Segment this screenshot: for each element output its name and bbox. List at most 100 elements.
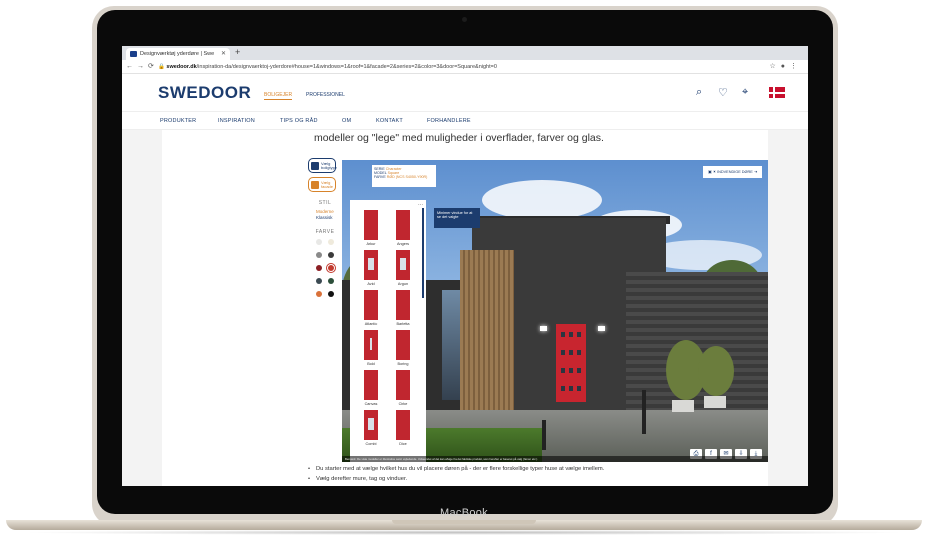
menu-forhandlere[interactable]: FORHANDLERE [427,118,471,124]
menu-produkter[interactable]: PRODUKTER [160,118,196,124]
door-enter-icon[interactable]: ⇥ [754,170,757,174]
page-content: modeller og "lege" med muligheder i over… [122,130,808,486]
swedoor-logo[interactable]: SWEDOOR [158,83,251,103]
door-label: Avid [367,282,375,286]
planter [672,400,694,412]
door-thumb [396,210,410,240]
laptop-shadow [20,530,908,535]
door-label: Boring [397,362,409,366]
door-window [561,350,565,355]
segment-professionel[interactable]: PROFESSIONEL [306,92,345,98]
door-option[interactable]: Cirke [388,370,418,407]
laptop-mockup: Designværktøj yderdøre | Swe ✕ + ←→⟳ 🔒 s… [0,0,928,536]
door-label: Atlantic [364,322,378,326]
laptop-notch [392,520,536,524]
door-window [569,386,573,391]
tab-bar: Designværktøj yderdøre | Swe ✕ + [122,46,808,60]
door-option[interactable]: Arkur [356,210,386,247]
door-thumb [364,250,378,280]
minimize-tooltip: Minimer vindue for at se det valgte [434,208,480,228]
front-door-preview [556,324,586,402]
address-bar[interactable]: 🔒 swedoor.dk/inspiration-da/designvaerkt… [158,62,754,72]
door-thumb [364,370,378,400]
menu-inspiration[interactable]: INSPIRATION [218,118,255,124]
door-option[interactable]: Bold [356,330,386,367]
picker-scrollbar[interactable] [422,208,424,298]
browser-toolbar: ←→⟳ 🔒 swedoor.dk/inspiration-da/designva… [122,60,808,74]
search-icon[interactable]: ⌕ [696,86,702,99]
door-thumb [396,370,410,400]
door-window [569,332,573,337]
door-label: Arkur [366,242,376,246]
choose-house-button[interactable]: Vælg boligtype [308,158,337,173]
image-icon[interactable]: ▣ [708,170,712,174]
door-option[interactable]: Boring [388,330,418,367]
swatch-orange[interactable] [316,291,322,297]
location-pin-icon[interactable]: ⌖ [742,86,748,99]
door-label: Bold [367,362,375,366]
nav-buttons[interactable]: ←→⟳ [126,62,158,70]
browser-tab[interactable]: Designværktøj yderdøre | Swe ✕ [126,48,230,60]
plant [698,346,734,396]
swatch-dark-red[interactable] [316,265,322,271]
swatch-cream[interactable] [328,239,334,245]
door-window [569,368,573,373]
swatch-anthracite[interactable] [316,278,322,284]
swatch-green[interactable] [328,278,334,284]
menu-kontakt[interactable]: KONTAKT [376,118,403,124]
door-window [561,332,565,337]
menu-om[interactable]: OM [342,118,351,124]
door-option[interactable]: Combi [356,410,386,447]
left-gutter [122,130,162,486]
door-option[interactable]: Canvas [356,370,386,407]
door-window [577,332,581,337]
farve-value: RØD (NCS S4050-Y90R) [386,175,428,180]
door-option[interactable]: Barletta [388,290,418,327]
door-label: Cirke [398,402,408,406]
door-label: Combi [365,442,377,446]
intro-text: modeller og "lege" med muligheder i over… [314,132,604,144]
swatch-black[interactable] [328,291,334,297]
heart-icon[interactable]: ♡ [718,86,728,99]
tab-close-icon[interactable]: ✕ [221,48,226,60]
door-window [561,368,565,373]
segment-boligejer[interactable]: BOLIGEJER [264,92,293,100]
door-label: Argun [397,282,409,286]
door-thumb [396,330,410,360]
door-window [561,386,565,391]
door-label: Dice [399,442,407,446]
swatch-dark-grey[interactable] [328,252,334,258]
door-option[interactable]: Angers [388,210,418,247]
door-thumb [364,290,378,320]
door-thumb [396,290,410,320]
farve-label: FARVE [374,175,386,180]
door-picker[interactable]: ··· Arkur Angers Avid Argun Atlantic Bar… [350,200,426,462]
choose-facade-button[interactable]: Vælg facade [308,177,336,192]
new-tab-button[interactable]: + [235,47,240,57]
right-gutter [768,130,808,486]
tool-sidebar: Vælg boligtype Vælg facade STIL Moderne … [308,158,342,297]
instruction-list: Du starter med at vælge hvilket hus du v… [308,464,604,484]
door-option[interactable]: Atlantic [356,290,386,327]
door-label: Barletta [396,322,410,326]
house-visualizer[interactable]: SERIE Character MODEL Square FARVE RØD (… [342,160,768,462]
door-option[interactable]: Dice [388,410,418,447]
browser-actions[interactable]: ☆●⋮ [769,62,802,70]
wall-lamp [598,326,605,331]
selection-info: SERIE Character MODEL Square FARVE RØD (… [372,165,436,187]
sun-icon[interactable]: ☀ [713,170,716,174]
url-path: /inspiration-da/designvaerktoj-yderdore#… [196,64,497,70]
tab-title: Designværktøj yderdøre | Swe [140,51,215,57]
swatch-red-selected[interactable] [326,263,336,273]
door-option[interactable]: Avid [356,250,386,287]
planter [704,396,726,408]
danish-flag-icon[interactable] [769,87,785,98]
scene-toolbar[interactable]: ▣ ☀ INDVENDIGE DØRE ⇥ [702,166,762,178]
door-window [577,368,581,373]
menu-tips-og-raad[interactable]: TIPS OG RÅD [280,118,318,124]
door-option[interactable]: Argun [388,250,418,287]
style-option-klassisk[interactable]: Klassisk [308,215,342,221]
swatch-white[interactable] [316,239,322,245]
swatch-grey[interactable] [316,252,322,258]
interior-doors-toggle[interactable]: INDVENDIGE DØRE [717,170,753,174]
